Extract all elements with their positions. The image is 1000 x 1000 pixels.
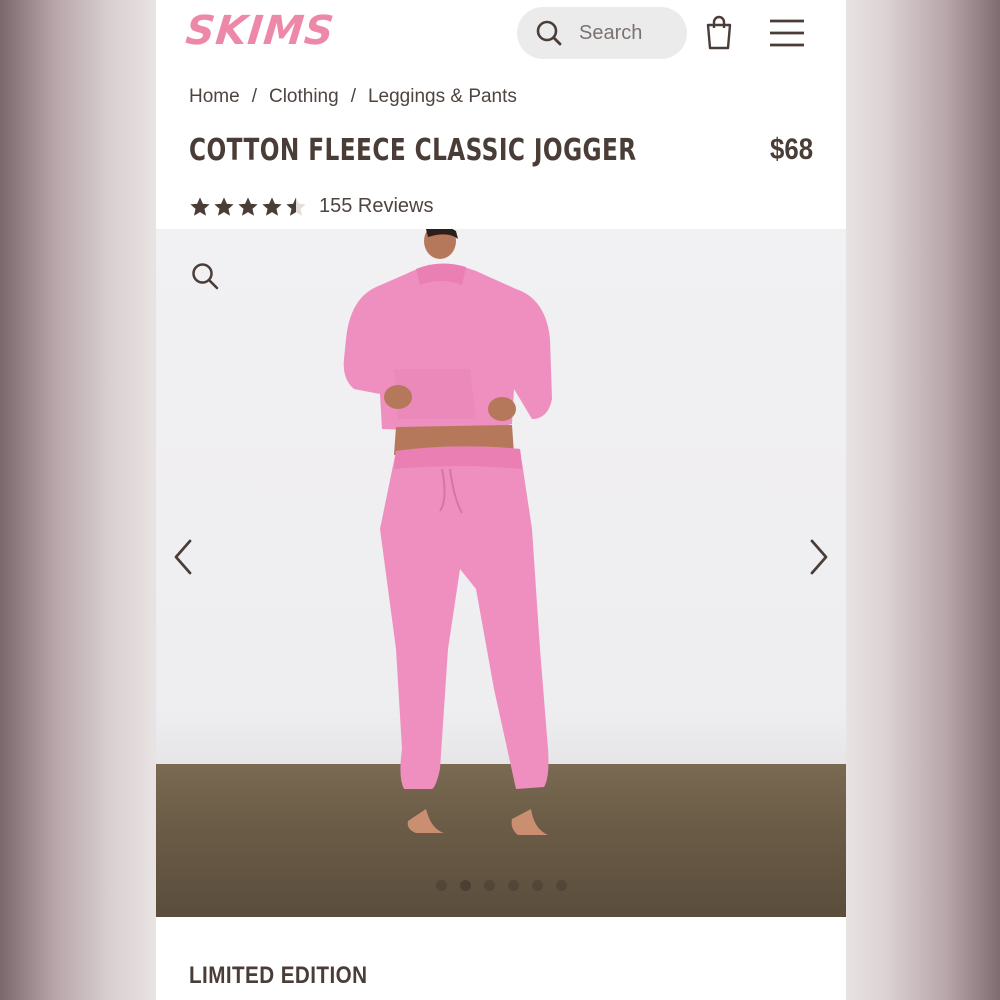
carousel-dots — [156, 880, 846, 891]
carousel-dot[interactable] — [435, 880, 447, 891]
breadcrumb-separator: / — [350, 86, 356, 107]
star-half-icon — [286, 196, 306, 216]
carousel-dot[interactable] — [507, 880, 519, 891]
breadcrumb-clothing[interactable]: Clothing — [269, 86, 339, 108]
menu-icon[interactable] — [767, 17, 807, 49]
star-full-icon — [214, 196, 234, 216]
breadcrumb-home[interactable]: Home — [189, 86, 240, 108]
zoom-icon[interactable] — [190, 261, 220, 291]
product-image-carousel[interactable] — [156, 229, 846, 917]
shopping-bag-icon[interactable] — [704, 14, 734, 50]
background-left — [0, 0, 156, 1000]
carousel-dot[interactable] — [483, 880, 495, 891]
chevron-left-icon[interactable] — [170, 537, 198, 577]
background-right — [846, 0, 1000, 1000]
search-label: Search — [579, 21, 643, 44]
breadcrumb-separator: / — [251, 86, 257, 107]
rating-stars — [189, 196, 307, 218]
carousel-dot[interactable] — [531, 880, 543, 891]
product-page: SKIMS Search Home / Clothing / Leggings … — [156, 0, 846, 1000]
review-count[interactable]: 155 Reviews — [319, 195, 434, 218]
brand-logo[interactable]: SKIMS — [184, 8, 337, 54]
product-price: $68 — [769, 133, 813, 166]
carousel-dot[interactable] — [459, 880, 471, 891]
star-full-icon — [190, 196, 210, 216]
product-photo — [343, 229, 552, 835]
carousel-dot[interactable] — [555, 880, 567, 891]
chevron-right-icon[interactable] — [804, 537, 832, 577]
search-icon — [536, 20, 562, 46]
breadcrumb: Home / Clothing / Leggings & Pants — [189, 86, 517, 108]
star-full-icon — [238, 196, 258, 216]
product-rating[interactable]: 155 Reviews — [189, 195, 434, 218]
search-bar[interactable]: Search — [517, 7, 687, 59]
product-title: COTTON FLEECE CLASSIC JOGGER — [189, 133, 637, 168]
limited-edition-label: LIMITED EDITION — [189, 962, 368, 989]
breadcrumb-leggings-pants[interactable]: Leggings & Pants — [368, 86, 517, 108]
star-full-icon — [262, 196, 282, 216]
